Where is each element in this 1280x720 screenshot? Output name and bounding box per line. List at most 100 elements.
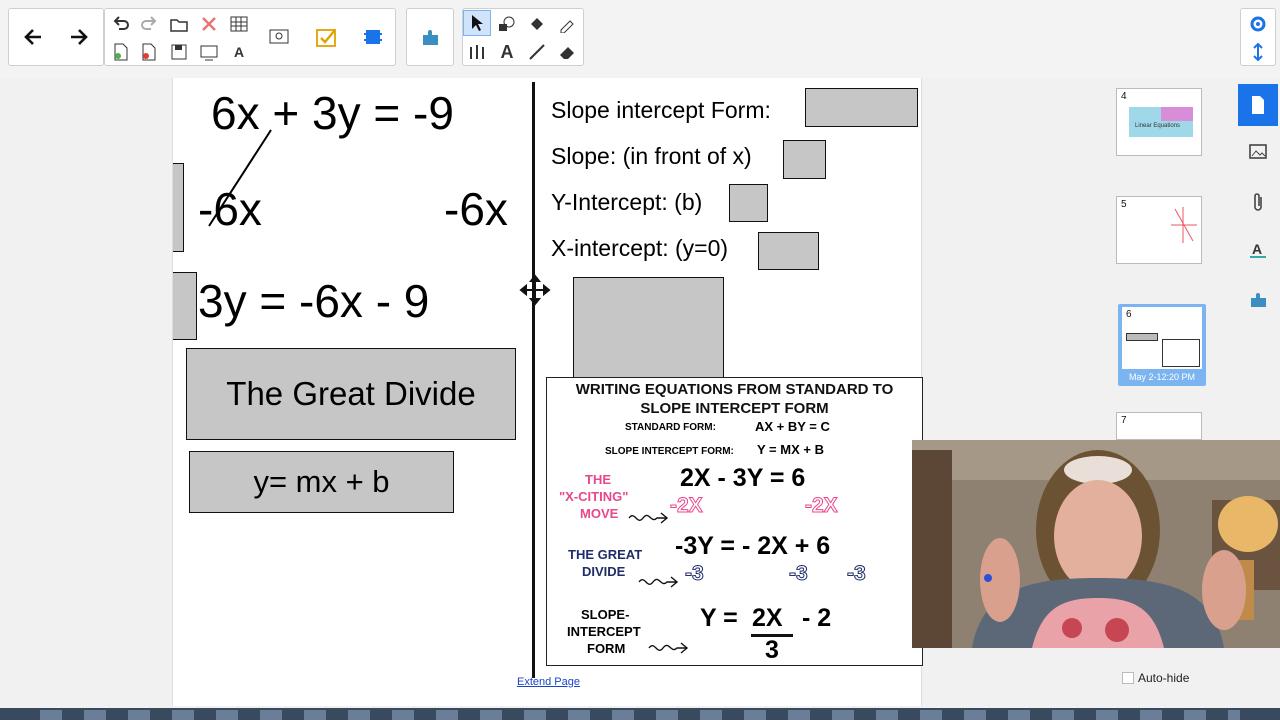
gallery-tab[interactable]: [1238, 134, 1278, 170]
x-intercept-answer-box[interactable]: [758, 232, 819, 270]
subtract-right: -6x: [444, 183, 508, 235]
screen-capture-icon[interactable]: [261, 12, 297, 62]
arrow-right-icon[interactable]: [61, 12, 97, 62]
arrow-doodle-3: [648, 642, 689, 654]
page-divider: [532, 82, 535, 678]
properties-icon: A: [1250, 241, 1266, 258]
attachments-tab[interactable]: [1238, 184, 1278, 220]
step3-label-b: INTERCEPT: [567, 624, 641, 639]
settings-group: [1240, 8, 1276, 66]
page-sorter-tab[interactable]: [1238, 84, 1278, 126]
arrow-doodle-2: [638, 576, 679, 588]
step1-equation: 2X - 3Y = 6: [680, 464, 806, 492]
delete-icon[interactable]: [195, 11, 223, 37]
y-intercept-answer-box[interactable]: [729, 184, 768, 222]
x-intercept-label: X-intercept: (y=0): [551, 235, 729, 261]
svg-text:A: A: [1252, 241, 1262, 257]
step1-label-b: "X-CITING": [559, 489, 629, 504]
undo-icon[interactable]: [107, 11, 135, 37]
step3-label-c: FORM: [587, 641, 626, 656]
text-tool-icon[interactable]: A: [493, 39, 521, 65]
slope-form-card-label: SLOPE INTERCEPT FORM:: [605, 446, 734, 457]
move-toolbar-icon[interactable]: [1244, 39, 1272, 65]
step2-equation: -3Y = - 2X + 6: [675, 532, 831, 560]
step3-eq-right: - 2: [802, 604, 832, 632]
gear-icon[interactable]: [1244, 11, 1272, 37]
arrow-doodle-1: [628, 512, 669, 524]
slope-form-box[interactable]: y= mx + b: [189, 451, 454, 513]
partial-box-left-1[interactable]: [173, 163, 184, 252]
step1-label-a: THE: [585, 472, 611, 487]
table-icon[interactable]: [225, 11, 253, 37]
thumbnail-page-7[interactable]: 7: [1116, 412, 1202, 440]
taskbar: [0, 708, 1280, 720]
pens-icon[interactable]: [463, 39, 491, 65]
partial-box-left-2[interactable]: [173, 272, 197, 340]
page-sorter-icon: [1252, 96, 1264, 114]
thumbnail-page-4[interactable]: 4 Linear Equations: [1116, 88, 1202, 156]
step2-divisor-1: -3: [685, 562, 705, 586]
add-ons-icon[interactable]: [355, 12, 391, 62]
puzzle-icon[interactable]: [413, 12, 449, 62]
equation-isolated: 3y = -6x - 9: [198, 275, 430, 327]
addons-puzzle-icon: [1251, 293, 1266, 307]
line-tool-icon[interactable]: [523, 39, 551, 65]
webcam-scene: [912, 440, 1280, 648]
delete-page-icon[interactable]: [135, 39, 163, 65]
step1-label-c: MOVE: [580, 506, 619, 521]
step3-eq-numerator: 2X: [752, 604, 783, 632]
gallery-icon: [1249, 144, 1267, 159]
fill-icon[interactable]: [523, 11, 551, 37]
standard-form-label: STANDARD FORM:: [625, 422, 716, 433]
thumb6-img: [1162, 339, 1200, 367]
redo-icon[interactable]: [135, 11, 163, 37]
large-answer-box[interactable]: [573, 277, 724, 377]
tools-group: A: [462, 8, 584, 66]
instruction-card: WRITING EQUATIONS FROM STANDARD TO SLOPE…: [546, 377, 923, 666]
slope-form-label: y= mx + b: [253, 464, 390, 499]
slope-answer-box[interactable]: [783, 140, 826, 179]
addons-tab[interactable]: [1238, 282, 1278, 318]
extend-page-link[interactable]: Extend Page: [517, 676, 580, 688]
step3-eq-left: Y =: [700, 604, 738, 632]
thumbnail-page-5[interactable]: 5: [1116, 196, 1202, 264]
lesson-activity-icon[interactable]: [309, 12, 345, 62]
properties-tab[interactable]: A: [1238, 232, 1278, 268]
add-page-icon[interactable]: [107, 39, 135, 65]
save-icon[interactable]: [165, 39, 193, 65]
step2-divisor-3: -3: [847, 562, 867, 586]
thumb4-title: Linear Equations: [1135, 123, 1181, 129]
step2-divisor-2: -3: [789, 562, 809, 586]
paperclip-icon: [1254, 193, 1262, 211]
slope-label: Slope: (in front of x): [551, 143, 752, 169]
magic-pen-icon[interactable]: [553, 11, 581, 37]
card-title-2: SLOPE INTERCEPT FORM: [640, 400, 829, 417]
thumbnail-page-6-selected[interactable]: 6 May 2-12:20 PM: [1118, 304, 1206, 386]
step2-label-a: THE GREAT: [568, 547, 643, 562]
text-format-icon[interactable]: A: [225, 39, 253, 65]
screen-icon[interactable]: [195, 39, 223, 65]
step3-label-a: SLOPE-: [581, 607, 630, 622]
shapes-icon[interactable]: [493, 11, 521, 37]
slope-intercept-answer-box[interactable]: [805, 88, 918, 127]
thumb6-box: [1126, 333, 1158, 341]
eraser-icon[interactable]: [553, 39, 581, 65]
notebook-page[interactable]: 6x + 3y = -9 -6x -6x 3y = -6x - 9 The Gr…: [172, 78, 923, 706]
great-divide-box[interactable]: The Great Divide: [186, 348, 516, 440]
slope-form-card-value: Y = MX + B: [757, 442, 824, 457]
open-folder-icon[interactable]: [165, 11, 193, 37]
arrow-left-icon[interactable]: [15, 12, 51, 62]
standard-form-value: AX + BY = C: [755, 419, 830, 434]
edit-group: A: [104, 8, 396, 66]
toolbar: A A: [0, 0, 1280, 78]
select-pointer-icon[interactable]: [463, 10, 491, 36]
slope-intercept-label: Slope intercept Form:: [551, 97, 771, 123]
thumb6-caption: May 2-12:20 PM: [1128, 372, 1196, 382]
autohide-checkbox[interactable]: [1122, 672, 1134, 684]
webcam-overlay[interactable]: [912, 440, 1280, 648]
step1-sub-left: -2X: [670, 494, 704, 518]
step1-sub-right: -2X: [805, 494, 839, 518]
nav-group: [8, 8, 104, 66]
extensions-group: [406, 8, 454, 66]
card-title-1: WRITING EQUATIONS FROM STANDARD TO: [575, 381, 894, 398]
